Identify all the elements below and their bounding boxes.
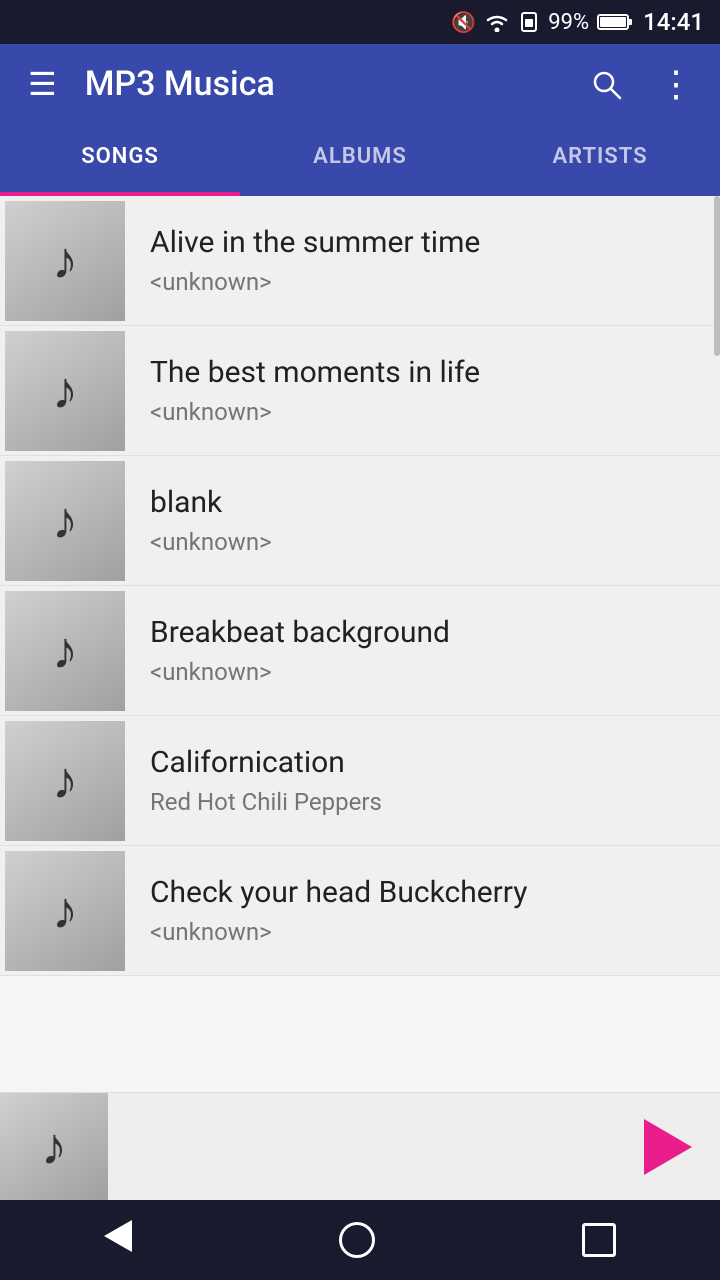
song-info: Californication Red Hot Chili Peppers <box>130 745 720 816</box>
song-artist: <unknown> <box>150 658 700 686</box>
tab-songs[interactable]: SONGS <box>0 124 240 193</box>
song-thumbnail: ♪ <box>5 851 125 971</box>
back-button[interactable] <box>74 1210 162 1271</box>
song-info: Breakbeat background <unknown> <box>130 615 720 686</box>
song-title: Californication <box>150 745 700 780</box>
mute-icon: 🔇 <box>451 10 476 34</box>
song-title: blank <box>150 485 700 520</box>
song-thumbnail: ♪ <box>5 331 125 451</box>
tab-albums[interactable]: ALBUMS <box>240 124 480 193</box>
music-note-icon: ♪ <box>52 885 78 937</box>
nav-bar <box>0 1200 720 1280</box>
song-thumbnail: ♪ <box>5 201 125 321</box>
song-list: ♪ Alive in the summer time <unknown> ♪ T… <box>0 196 720 1092</box>
song-thumbnail: ♪ <box>5 461 125 581</box>
song-info: Alive in the summer time <unknown> <box>130 225 714 296</box>
tab-artists[interactable]: ARTISTS <box>480 124 720 193</box>
list-item[interactable]: ♪ The best moments in life <unknown> <box>0 326 720 456</box>
song-title: Breakbeat background <box>150 615 700 650</box>
list-item[interactable]: ♪ Breakbeat background <unknown> <box>0 586 720 716</box>
now-playing-bar[interactable]: ♪ <box>0 1092 720 1200</box>
play-button[interactable] <box>624 1107 704 1187</box>
status-bar: 🔇 99% 14:41 <box>0 0 720 44</box>
song-artist: <unknown> <box>150 528 700 556</box>
app-title: MP3 Musica <box>85 64 562 104</box>
song-title: Check your head Buckcherry <box>150 875 700 910</box>
play-icon <box>644 1119 692 1175</box>
song-artist: <unknown> <box>150 398 700 426</box>
song-artist: <unknown> <box>150 268 694 296</box>
song-artist: <unknown> <box>150 918 700 946</box>
back-icon <box>104 1220 132 1261</box>
music-note-icon: ♪ <box>52 755 78 807</box>
list-item[interactable]: ♪ Californication Red Hot Chili Peppers <box>0 716 720 846</box>
song-thumbnail: ♪ <box>5 721 125 841</box>
song-title: Alive in the summer time <box>150 225 694 260</box>
list-item[interactable]: ♪ Check your head Buckcherry <unknown> <box>0 846 720 976</box>
sim-icon <box>518 11 540 33</box>
song-info: The best moments in life <unknown> <box>130 355 720 426</box>
search-button[interactable] <box>582 60 630 108</box>
music-note-icon: ♪ <box>52 235 78 287</box>
menu-button[interactable]: ☰ <box>20 57 65 111</box>
now-playing-thumbnail: ♪ <box>0 1093 108 1201</box>
song-thumbnail: ♪ <box>5 591 125 711</box>
song-info: Check your head Buckcherry <unknown> <box>130 875 720 946</box>
music-note-icon: ♪ <box>52 495 78 547</box>
recents-icon <box>582 1223 616 1257</box>
battery-percent: 99% <box>548 10 589 35</box>
tabs-bar: SONGS ALBUMS ARTISTS <box>0 124 720 196</box>
list-item[interactable]: ♪ Alive in the summer time <unknown> <box>0 196 720 326</box>
recents-button[interactable] <box>552 1213 646 1267</box>
music-note-icon: ♪ <box>52 365 78 417</box>
more-button[interactable]: ⋮ <box>650 55 700 113</box>
song-artist: Red Hot Chili Peppers <box>150 788 700 816</box>
list-item[interactable]: ♪ blank <unknown> <box>0 456 720 586</box>
music-note-icon: ♪ <box>41 1121 67 1173</box>
song-title: The best moments in life <box>150 355 700 390</box>
status-time: 14:41 <box>643 8 704 36</box>
app-bar: ☰ MP3 Musica ⋮ <box>0 44 720 124</box>
status-icons: 🔇 99% <box>451 10 633 35</box>
wifi-icon <box>484 12 510 32</box>
home-button[interactable] <box>309 1212 405 1268</box>
battery-icon <box>597 12 633 32</box>
home-icon <box>339 1222 375 1258</box>
song-info: blank <unknown> <box>130 485 720 556</box>
music-note-icon: ♪ <box>52 625 78 677</box>
